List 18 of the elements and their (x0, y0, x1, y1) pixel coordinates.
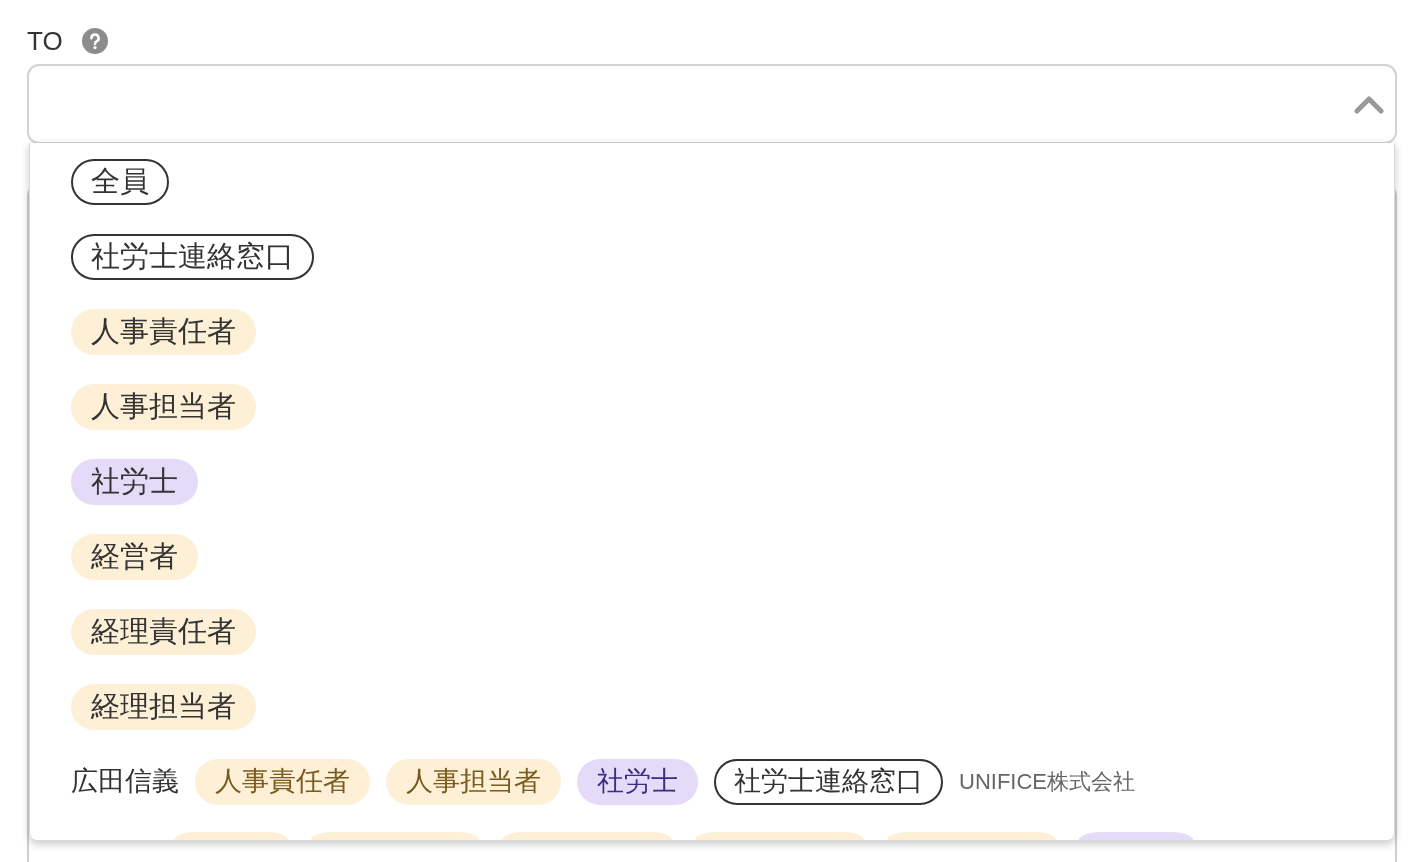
group-option[interactable]: 人事責任者 (71, 308, 256, 355)
group-option[interactable]: 経理担当者 (71, 683, 256, 730)
group-option[interactable]: 全員 (71, 158, 169, 205)
group-option[interactable]: 人事担当者 (71, 383, 256, 430)
role-tag: 人事責任者 (195, 758, 370, 805)
group-option[interactable]: 経営者 (71, 533, 198, 580)
role-tag: 社労士 (577, 758, 698, 805)
person-name[interactable]: 広田信義 (71, 768, 179, 795)
group-option[interactable]: 社労士連絡窓口 (71, 233, 314, 280)
group-option[interactable]: 社労士 (71, 458, 198, 505)
chevron-up-icon[interactable] (1354, 94, 1384, 114)
role-tag: 社労士連絡窓口 (714, 758, 943, 805)
role-tag: 人事担当者 (386, 758, 561, 805)
company-name: UNIFICE株式会社 (959, 770, 1135, 793)
field-label: TO (27, 28, 63, 54)
help-icon[interactable] (81, 28, 108, 54)
group-option[interactable]: 経理責任者 (71, 608, 256, 655)
select-field[interactable] (27, 64, 1397, 144)
